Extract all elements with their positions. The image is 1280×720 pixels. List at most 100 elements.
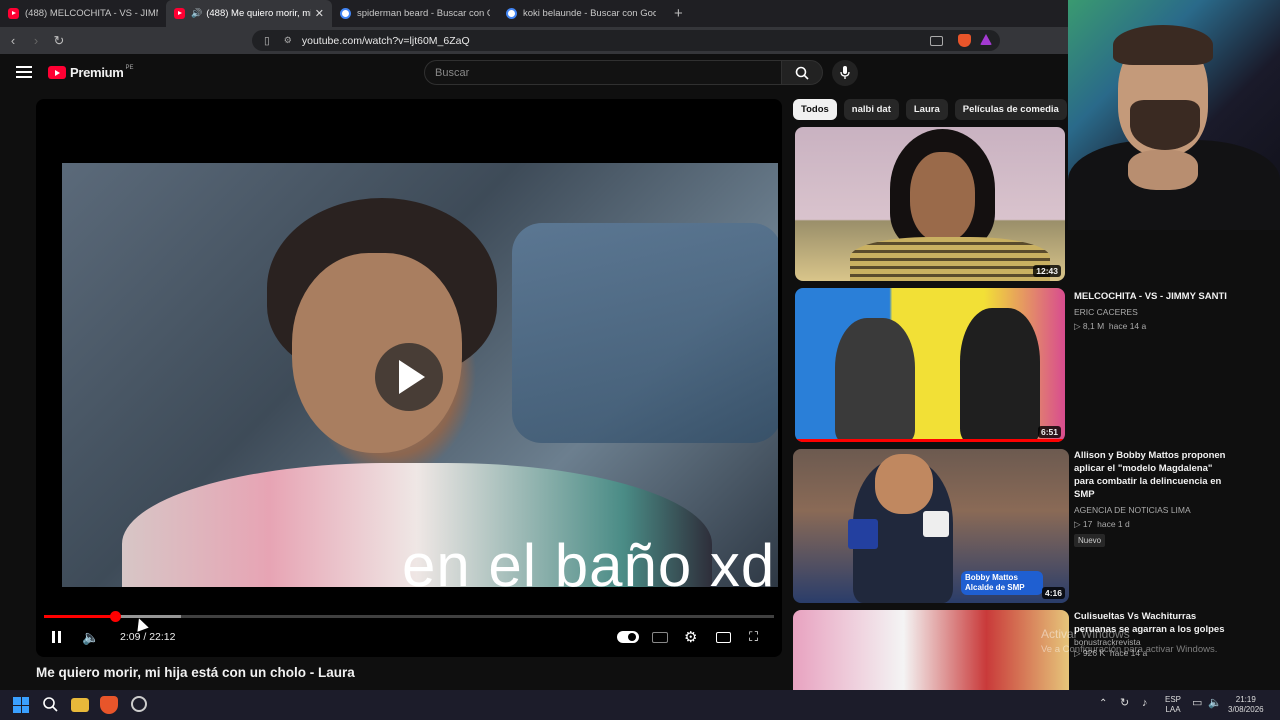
browser-tab-1[interactable]: (488) MELCOCHITA - VS - JIMMY SAN xyxy=(0,0,166,27)
lower-third-graphic: Bobby Mattos Alcalde de SMP xyxy=(961,571,1043,595)
subtitles-icon[interactable] xyxy=(652,632,668,643)
recommendation-item[interactable]: Bobby Mattos Alcalde de SMP 4:16 Allison… xyxy=(793,449,1233,605)
duration-badge: 12:43 xyxy=(1033,265,1061,277)
menu-icon[interactable] xyxy=(16,66,32,78)
chip-peliculas-comedia[interactable]: Películas de comedia xyxy=(954,99,1067,120)
speaker-icon[interactable]: 🔊 xyxy=(191,8,202,19)
tab-label: spiderman beard - Buscar con Google xyxy=(357,8,490,19)
forward-icon[interactable]: › xyxy=(26,33,46,48)
scrubber-handle[interactable] xyxy=(109,611,121,622)
network-app-icon[interactable]: ↻ xyxy=(1120,698,1129,709)
youtube-header: Premium PE Buscar xyxy=(0,54,1068,94)
channel-name[interactable]: ERIC CACERES xyxy=(1074,307,1234,317)
taskbar: ⌃ ↻ ♪ ESP LAA ▭ 🔈 21:19 3/08/2026 xyxy=(0,690,1280,720)
theater-mode-icon[interactable] xyxy=(716,632,731,643)
recommendation-meta: ▷ 8,1 M hace 14 a xyxy=(1074,321,1147,331)
tab-label: (488) Me quiero morir, mi hija xyxy=(206,8,311,19)
watched-progress-bar xyxy=(795,439,1065,442)
duration-badge: 6:51 xyxy=(1037,426,1061,438)
google-icon xyxy=(506,8,517,19)
big-play-icon[interactable] xyxy=(375,343,443,411)
chip-nalbi-dat[interactable]: nalbi dat xyxy=(843,99,899,120)
tray-chevron-icon[interactable]: ⌃ xyxy=(1099,699,1107,709)
recommendation-meta: ▷ 17 hace 1 d xyxy=(1074,519,1130,529)
upload-age: hace 1 d xyxy=(1097,519,1130,529)
view-count: 17 xyxy=(1082,519,1093,529)
cast-icon[interactable] xyxy=(930,36,943,46)
voice-search-button[interactable] xyxy=(832,60,858,86)
streamer-hair xyxy=(1113,25,1213,65)
new-badge: Nuevo xyxy=(1074,534,1106,547)
tab-label: (488) MELCOCHITA - VS - JIMMY SAN xyxy=(25,8,158,19)
fullscreen-icon[interactable]: ⛶ xyxy=(749,627,758,647)
browser-tab-3[interactable]: spiderman beard - Buscar con Google xyxy=(332,0,498,27)
search-button[interactable] xyxy=(781,60,823,85)
played-bar xyxy=(44,615,115,618)
browser-tab-4[interactable]: koki belaunde - Buscar con Google xyxy=(498,0,664,27)
channel-name[interactable]: AGENCIA DE NOTICIAS LIMA xyxy=(1074,505,1234,515)
windows-start-icon[interactable] xyxy=(13,697,29,713)
app-icon[interactable] xyxy=(131,696,147,712)
video-player[interactable]: en el baño xd 🔈 2:09 / 22:12 ⚙ ⛶ xyxy=(36,99,782,657)
chip-laura[interactable]: Laura xyxy=(905,99,948,120)
search-icon[interactable] xyxy=(42,696,60,714)
recommendation-title[interactable]: MELCOCHITA - VS - JIMMY SANTI xyxy=(1074,290,1234,303)
filter-chips: Todos nalbi dat Laura Películas de comed… xyxy=(793,99,1068,120)
watermark-line-2: Ve a Configuración para activar Windows. xyxy=(1041,644,1218,655)
tab-label: koki belaunde - Buscar con Google xyxy=(523,8,656,19)
youtube-icon xyxy=(174,8,185,19)
settings-icon[interactable]: ⚙ xyxy=(684,627,697,647)
browser-tab-2-active[interactable]: 🔊 (488) Me quiero morir, mi hija ✕ xyxy=(166,0,332,27)
video-title: Me quiero morir, mi hija está con un cho… xyxy=(36,665,355,680)
clock[interactable]: 21:19 3/08/2026 xyxy=(1228,695,1264,715)
chip-todos[interactable]: Todos xyxy=(793,99,837,120)
new-tab-button[interactable]: + xyxy=(664,5,693,22)
lang-top: ESP xyxy=(1165,695,1182,704)
display-icon[interactable]: ▭ xyxy=(1192,698,1202,709)
url-text: youtube.com/watch?v=ljt60M_6ZaQ xyxy=(301,34,470,47)
file-explorer-icon[interactable] xyxy=(71,698,89,712)
brave-rewards-icon[interactable] xyxy=(980,34,992,45)
duration-badge: 4:16 xyxy=(1041,587,1065,599)
recommendation-thumbnail[interactable]: Bobby Mattos Alcalde de SMP 4:16 xyxy=(793,449,1069,603)
logo-text: Premium xyxy=(70,65,124,80)
search-icon xyxy=(795,66,809,80)
site-info-icon[interactable]: ⚙ xyxy=(284,35,292,46)
brave-browser-icon[interactable] xyxy=(100,696,118,714)
recommendation-thumbnail[interactable] xyxy=(793,610,1069,690)
youtube-icon xyxy=(8,8,19,19)
recommendation-item[interactable]: 12:43 xyxy=(795,127,1235,283)
back-icon[interactable]: ‹ xyxy=(3,33,23,48)
progress-bar[interactable] xyxy=(44,611,774,622)
watermark-line-1: Activar Windows xyxy=(1041,627,1130,641)
pause-button[interactable] xyxy=(52,627,64,647)
autoplay-toggle[interactable] xyxy=(617,631,639,643)
view-count: 8,1 M xyxy=(1082,321,1105,331)
browser-tab-strip: (488) MELCOCHITA - VS - JIMMY SAN 🔊 (488… xyxy=(0,0,1068,27)
url-field[interactable]: ▯ ⚙ youtube.com/watch?v=ljt60M_6ZaQ xyxy=(252,30,1000,51)
time-display: 2:09 / 22:12 xyxy=(120,631,176,643)
brave-shield-icon[interactable] xyxy=(958,34,971,47)
address-bar: ‹ › ↻ ▯ ⚙ youtube.com/watch?v=ljt60M_6Za… xyxy=(0,27,1068,54)
bookmark-icon[interactable]: ▯ xyxy=(264,35,270,47)
youtube-logo-icon xyxy=(48,66,66,79)
windows-activation-watermark: Activar Windows Ve a Configuración para … xyxy=(1041,627,1217,657)
clock-date: 3/08/2026 xyxy=(1228,705,1264,714)
clock-time: 21:19 xyxy=(1235,695,1256,704)
lang-bottom: LAA xyxy=(1165,705,1181,714)
volume-tray-icon[interactable]: 🔈 xyxy=(1208,698,1222,709)
recommendation-item[interactable]: 6:51 MELCOCHITA - VS - JIMMY SANTI ERIC … xyxy=(795,288,1235,444)
reload-icon[interactable]: ↻ xyxy=(49,33,69,49)
search-input[interactable]: Buscar xyxy=(424,60,782,85)
volume-icon[interactable]: 🔈 xyxy=(82,627,99,647)
youtube-premium-logo[interactable]: Premium PE xyxy=(48,65,134,80)
google-icon xyxy=(340,8,351,19)
recommendation-thumbnail[interactable]: 12:43 xyxy=(795,127,1065,281)
language-indicator[interactable]: ESP LAA xyxy=(1165,695,1181,715)
upload-age: hace 14 a xyxy=(1108,321,1147,331)
recommendation-title[interactable]: Allison y Bobby Mattos proponen aplicar … xyxy=(1074,449,1234,501)
mic-tray-icon[interactable]: ♪ xyxy=(1142,698,1148,709)
recommendation-thumbnail[interactable]: 6:51 xyxy=(795,288,1065,442)
background-person xyxy=(512,223,778,443)
close-tab-icon[interactable]: ✕ xyxy=(315,7,324,20)
